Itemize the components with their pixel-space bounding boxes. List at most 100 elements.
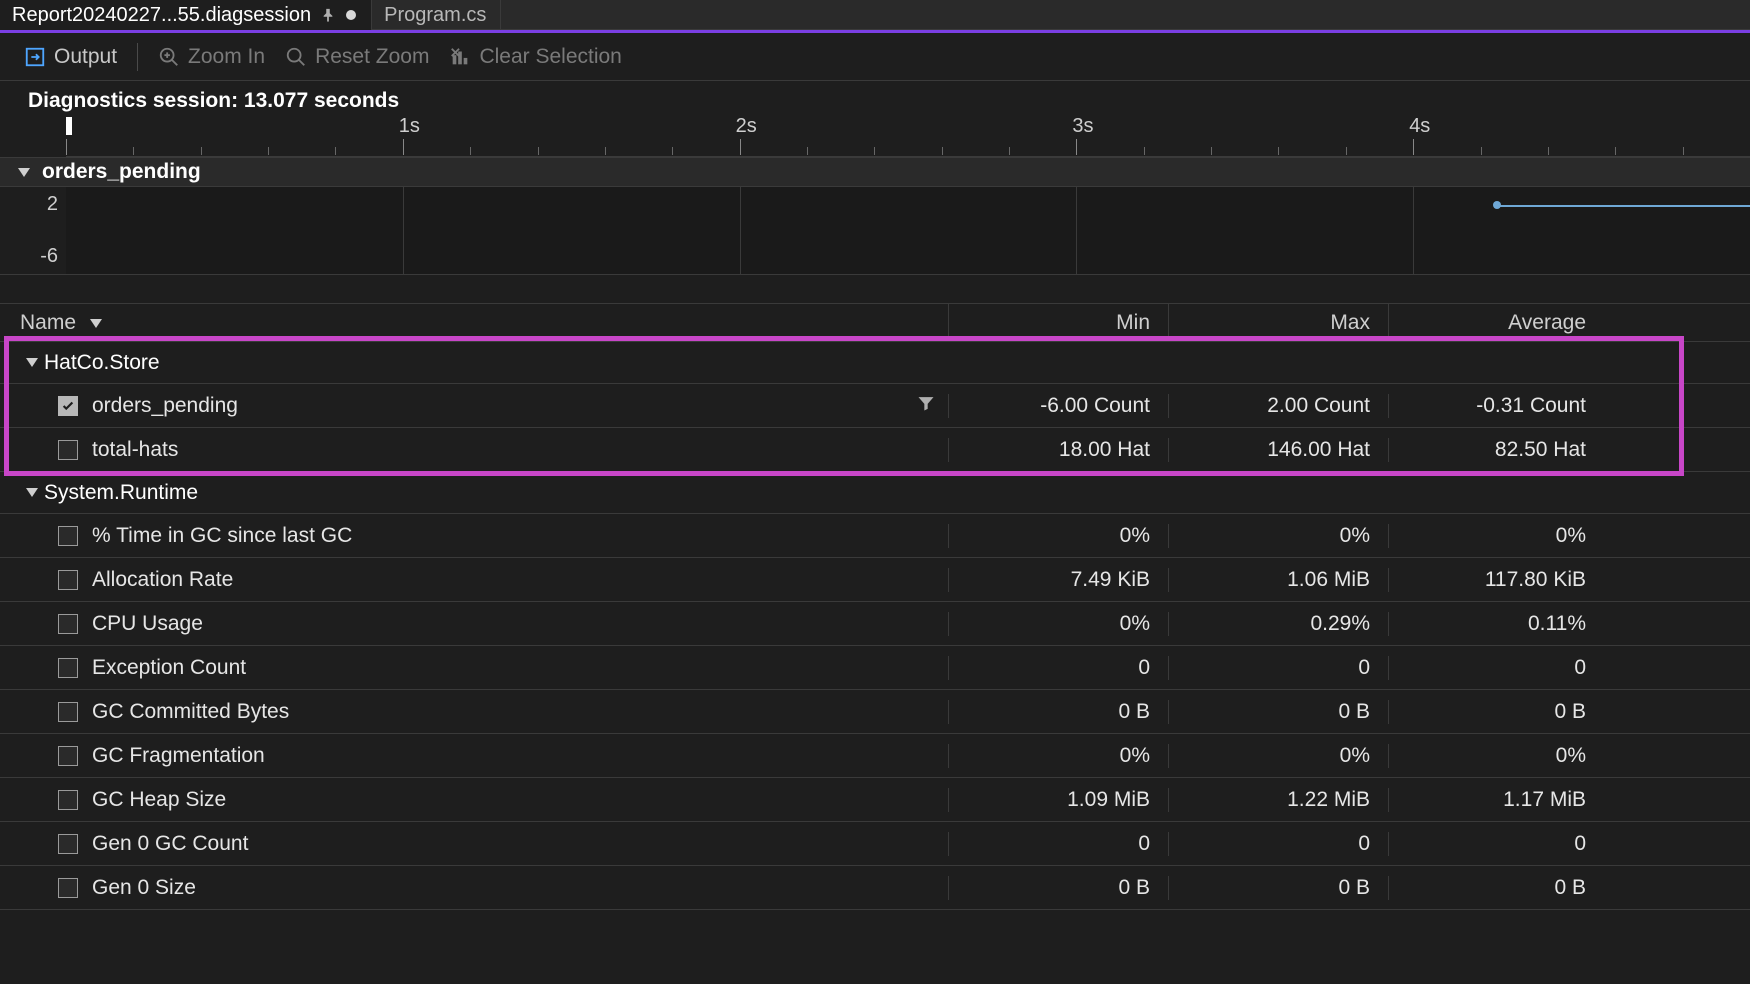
reset-zoom-label: Reset Zoom [315, 45, 429, 69]
counter-row[interactable]: % Time in GC since last GC0%0%0% [0, 514, 1750, 558]
document-tabbar: Report20240227...55.diagsession Program.… [0, 0, 1750, 30]
col-min-header[interactable]: Min [948, 304, 1168, 339]
row-checkbox[interactable] [58, 790, 78, 810]
cell-avg: 0 [1388, 656, 1608, 680]
cell-min: 18.00 Hat [948, 438, 1168, 462]
cell-min: -6.00 Count [948, 394, 1168, 418]
swimlane-title: orders_pending [42, 160, 201, 184]
clear-selection-button[interactable]: Clear Selection [449, 45, 621, 69]
counter-label: GC Fragmentation [92, 744, 265, 768]
counter-label: Exception Count [92, 656, 246, 680]
counter-row[interactable]: Gen 0 Size0 B0 B0 B [0, 866, 1750, 910]
cell-avg: 0 [1388, 832, 1608, 856]
row-checkbox[interactable] [58, 526, 78, 546]
output-label: Output [54, 45, 117, 69]
counter-row[interactable]: Gen 0 GC Count000 [0, 822, 1750, 866]
row-checkbox[interactable] [58, 658, 78, 678]
unsaved-dot-icon [345, 9, 357, 21]
cell-max: 0 [1168, 656, 1388, 680]
counter-label: Gen 0 Size [92, 876, 196, 900]
counter-row[interactable]: Allocation Rate7.49 KiB1.06 MiB117.80 Ki… [0, 558, 1750, 602]
group-row[interactable]: HatCo.Store [0, 342, 1750, 384]
y-bottom-label: -6 [40, 245, 58, 268]
counter-row[interactable]: GC Committed Bytes0 B0 B0 B [0, 690, 1750, 734]
row-checkbox[interactable] [58, 834, 78, 854]
cell-max: 2.00 Count [1168, 394, 1388, 418]
export-icon [24, 46, 46, 68]
row-checkbox[interactable] [58, 746, 78, 766]
counter-label: GC Committed Bytes [92, 700, 289, 724]
clear-selection-label: Clear Selection [479, 45, 621, 69]
cell-min: 0% [948, 612, 1168, 636]
sort-desc-icon [90, 319, 102, 328]
cell-min: 0 B [948, 700, 1168, 724]
swimlane-header[interactable]: orders_pending [0, 157, 1750, 187]
col-max-header[interactable]: Max [1168, 304, 1388, 339]
group-row[interactable]: System.Runtime [0, 472, 1750, 514]
series-line [1497, 205, 1750, 207]
col-name-header[interactable]: Name [0, 311, 948, 339]
zoom-in-label: Zoom In [188, 45, 265, 69]
cell-min: 7.49 KiB [948, 568, 1168, 592]
group-label: HatCo.Store [44, 351, 160, 375]
time-cursor[interactable] [66, 117, 72, 135]
cell-min: 0 [948, 656, 1168, 680]
group-label: System.Runtime [44, 481, 198, 505]
ruler-tick-label: 2s [736, 115, 757, 138]
cell-avg: 0 B [1388, 700, 1608, 724]
row-checkbox[interactable] [58, 702, 78, 722]
counter-row[interactable]: GC Heap Size 1.09 MiB1.22 MiB1.17 MiB [0, 778, 1750, 822]
ruler-tick-label: 1s [399, 115, 420, 138]
cell-avg: 0% [1388, 524, 1608, 548]
row-checkbox[interactable] [58, 570, 78, 590]
cell-max: 0 [1168, 832, 1388, 856]
filter-icon[interactable] [916, 393, 936, 419]
counter-label: total-hats [92, 438, 178, 462]
diagnostics-window: Report20240227...55.diagsession Program.… [0, 0, 1750, 910]
cell-max: 146.00 Hat [1168, 438, 1388, 462]
ruler-tick-label: 3s [1072, 115, 1093, 138]
zoom-in-icon [158, 46, 180, 68]
counter-label: % Time in GC since last GC [92, 524, 352, 548]
counter-row[interactable]: CPU Usage0%0.29%0.11% [0, 602, 1750, 646]
tab-program-cs[interactable]: Program.cs [372, 0, 501, 30]
cell-max: 1.22 MiB [1168, 788, 1388, 812]
counter-label: Allocation Rate [92, 568, 233, 592]
counters-grid: Name Min Max Average HatCo.Store orders_p… [0, 303, 1750, 910]
cell-avg: 0 B [1388, 876, 1608, 900]
cell-min: 0% [948, 524, 1168, 548]
output-button[interactable]: Output [24, 45, 117, 69]
cell-min: 0 B [948, 876, 1168, 900]
cell-max: 0% [1168, 524, 1388, 548]
reset-zoom-button[interactable]: Reset Zoom [285, 45, 429, 69]
time-ruler[interactable]: 1s2s3s4s [66, 117, 1750, 157]
col-name-label: Name [20, 311, 76, 335]
cell-max: 1.06 MiB [1168, 568, 1388, 592]
cell-max: 0% [1168, 744, 1388, 768]
row-checkbox[interactable] [58, 878, 78, 898]
counter-row[interactable]: orders_pending-6.00 Count2.00 Count-0.31… [0, 384, 1750, 428]
pin-icon[interactable] [321, 8, 335, 22]
col-max-label: Max [1330, 311, 1370, 335]
tab-diagsession[interactable]: Report20240227...55.diagsession [0, 0, 372, 30]
cell-avg: 1.17 MiB [1388, 788, 1608, 812]
row-checkbox[interactable] [58, 440, 78, 460]
counter-row[interactable]: GC Fragmentation0%0%0% [0, 734, 1750, 778]
zoom-in-button[interactable]: Zoom In [158, 45, 265, 69]
toolbar-separator [137, 43, 138, 71]
counter-label: Gen 0 GC Count [92, 832, 248, 856]
row-checkbox[interactable] [58, 396, 78, 416]
cell-min: 1.09 MiB [948, 788, 1168, 812]
tab-label: Program.cs [384, 4, 486, 27]
swimlane-chart[interactable] [66, 187, 1750, 274]
row-checkbox[interactable] [58, 614, 78, 634]
counter-row[interactable]: Exception Count000 [0, 646, 1750, 690]
counter-label: orders_pending [92, 394, 238, 418]
col-avg-header[interactable]: Average [1388, 304, 1608, 339]
toolbar: Output Zoom In Reset Zoom Clear Selectio… [0, 33, 1750, 81]
counter-label: GC Heap Size [92, 788, 226, 812]
cell-min: 0 [948, 832, 1168, 856]
cell-min: 0% [948, 744, 1168, 768]
cell-max: 0.29% [1168, 612, 1388, 636]
counter-row[interactable]: total-hats18.00 Hat146.00 Hat82.50 Hat [0, 428, 1750, 472]
